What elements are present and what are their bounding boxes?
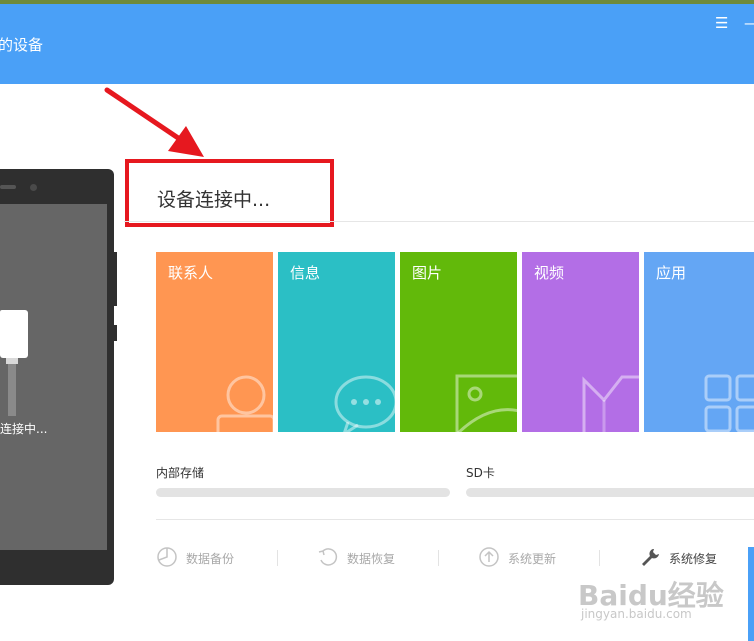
sd-card-storage-bar bbox=[466, 488, 754, 497]
internal-storage-bar bbox=[156, 488, 450, 497]
update-icon bbox=[479, 547, 499, 567]
tile-videos[interactable]: 视频 bbox=[522, 252, 639, 432]
tool-label: 系统更新 bbox=[508, 552, 557, 566]
divider bbox=[156, 519, 754, 520]
usb-plug-icon bbox=[0, 310, 28, 416]
phone-speaker bbox=[0, 185, 16, 189]
message-icon bbox=[334, 375, 395, 432]
tile-contacts[interactable]: 联系人 bbox=[156, 252, 273, 432]
apps-icon bbox=[704, 374, 754, 432]
contact-icon bbox=[216, 375, 273, 432]
sd-card-label: SD卡 bbox=[466, 466, 495, 480]
connection-status: 设备连接中... bbox=[157, 189, 271, 211]
tile-messages[interactable]: 信息 bbox=[278, 252, 395, 432]
tool-separator bbox=[438, 550, 439, 566]
wrench-icon bbox=[642, 549, 659, 566]
tool-label: 数据备份 bbox=[186, 552, 235, 566]
tool-label: 系统修复 bbox=[669, 552, 718, 566]
watermark-url: jingyan.baidu.com bbox=[581, 607, 692, 621]
tool-separator bbox=[277, 550, 278, 566]
picture-icon bbox=[455, 374, 517, 432]
internal-storage-label: 内部存储 bbox=[156, 466, 205, 480]
side-panel-edge bbox=[748, 547, 754, 641]
tile-apps[interactable]: 应用 bbox=[644, 252, 754, 432]
tile-pictures[interactable]: 图片 bbox=[400, 252, 517, 432]
phone-side-button bbox=[114, 325, 117, 341]
phone-side-button bbox=[114, 252, 117, 306]
tool-separator bbox=[599, 550, 600, 566]
video-icon bbox=[582, 375, 639, 432]
restore-icon bbox=[318, 548, 338, 566]
phone-camera bbox=[30, 184, 37, 191]
divider bbox=[124, 221, 754, 222]
backup-icon bbox=[157, 547, 177, 567]
tool-label: 数据恢复 bbox=[347, 552, 396, 566]
phone-status-text: 连接中... bbox=[0, 422, 48, 436]
